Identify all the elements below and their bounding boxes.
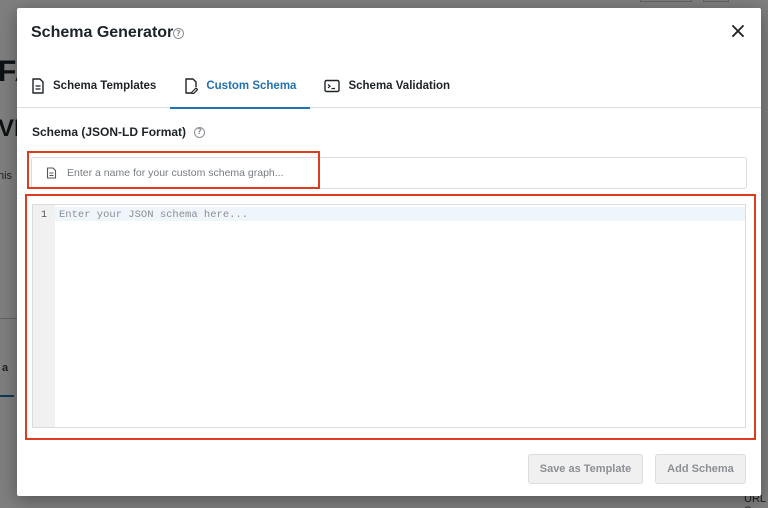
tab-bar: Schema Templates Custom Schema Schema Va… bbox=[17, 64, 761, 109]
document-icon bbox=[32, 78, 44, 94]
json-code-editor[interactable]: 1 bbox=[32, 204, 749, 428]
tab-schema-templates[interactable]: Schema Templates bbox=[17, 64, 170, 108]
tab-schema-validation[interactable]: Schema Validation bbox=[310, 64, 464, 108]
schema-name-field bbox=[31, 157, 747, 189]
save-as-template-button[interactable]: Save as Template bbox=[528, 454, 643, 484]
tab-custom-schema[interactable]: Custom Schema bbox=[170, 64, 311, 109]
modal-header: Schema Generator ? × bbox=[17, 8, 761, 60]
schema-generator-modal: Schema Generator ? × Schema Templates Cu… bbox=[17, 8, 761, 496]
schema-section-label: Schema (JSON-LD Format) bbox=[32, 125, 187, 139]
help-icon[interactable]: ? bbox=[194, 126, 206, 138]
edit-document-icon bbox=[185, 78, 199, 94]
modal-title: Schema Generator bbox=[31, 24, 174, 41]
tab-label: Custom Schema bbox=[206, 80, 297, 92]
code-area[interactable] bbox=[55, 205, 749, 427]
close-button[interactable]: × bbox=[727, 21, 749, 44]
schema-name-input[interactable] bbox=[67, 167, 707, 179]
add-schema-button[interactable]: Add Schema bbox=[655, 454, 746, 484]
schema-section-heading: Schema (JSON-LD Format) ? bbox=[32, 125, 206, 139]
help-icon[interactable]: ? bbox=[173, 28, 184, 39]
json-schema-input[interactable] bbox=[59, 208, 749, 222]
terminal-icon bbox=[324, 79, 341, 93]
tab-label: Schema Templates bbox=[53, 80, 157, 92]
line-number-gutter: 1 bbox=[33, 205, 55, 427]
line-number: 1 bbox=[40, 210, 47, 221]
document-icon bbox=[46, 167, 57, 179]
tab-label: Schema Validation bbox=[348, 80, 451, 92]
